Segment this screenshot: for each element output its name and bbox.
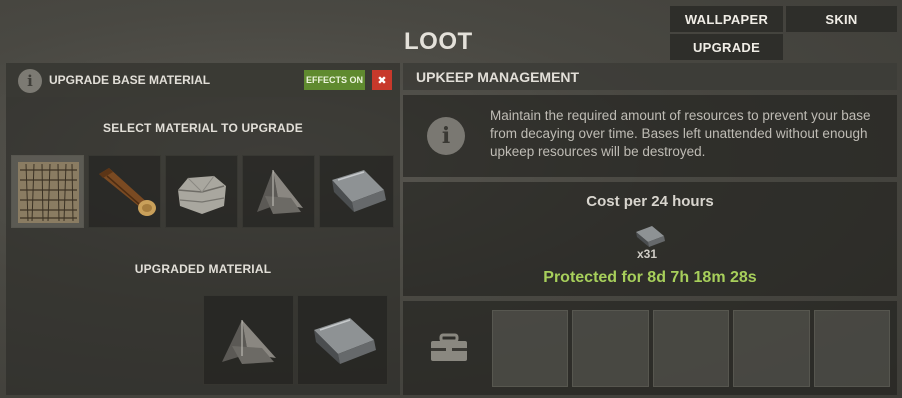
hq-metal-icon [332, 170, 386, 212]
upkeep-slot-2[interactable] [572, 310, 649, 387]
upgrade-base-material-panel: i UPGRADE BASE MATERIAL EFFECTS ON ✖ SEL… [6, 63, 400, 395]
metal-fragments-icon [222, 320, 276, 364]
upkeep-slot-5[interactable] [814, 310, 890, 387]
stone-icon [177, 175, 226, 214]
effects-toggle-button[interactable]: EFFECTS ON [304, 70, 365, 90]
upkeep-slot-1[interactable] [492, 310, 568, 387]
wood-icon [99, 168, 156, 216]
close-button[interactable]: ✖ [372, 70, 392, 90]
material-slot-twig[interactable] [11, 155, 84, 228]
upkeep-title: UPKEEP MANAGEMENT [416, 68, 580, 85]
skin-button[interactable]: SKIN [786, 6, 897, 32]
material-slot-hq-metal[interactable] [319, 155, 394, 228]
upgraded-slot-hq-metal[interactable] [297, 295, 388, 385]
twig-icon [18, 162, 79, 223]
left-panel-header: i UPGRADE BASE MATERIAL EFFECTS ON ✖ [6, 63, 400, 97]
left-panel-title: UPGRADE BASE MATERIAL [49, 73, 211, 87]
info-icon: i [427, 117, 465, 155]
page-title: LOOT [404, 28, 473, 55]
upkeep-slot-3[interactable] [653, 310, 729, 387]
material-slot-wood[interactable] [88, 155, 161, 228]
upkeep-header: UPKEEP MANAGEMENT [403, 63, 897, 90]
cost-label: Cost per 24 hours [586, 193, 714, 210]
upkeep-slot-4[interactable] [733, 310, 810, 387]
upgrade-button[interactable]: UPGRADE [670, 34, 783, 60]
upgraded-slot-metal-fragments[interactable] [203, 295, 294, 385]
upkeep-description-box: i Maintain the required amount of resour… [403, 95, 897, 177]
material-slot-stone[interactable] [165, 155, 238, 228]
upkeep-storage-box [403, 301, 897, 395]
metal-fragments-icon [257, 170, 303, 214]
select-material-label: SELECT MATERIAL TO UPGRADE [103, 121, 303, 135]
protected-time-text: Protected for 8d 7h 18m 28s [543, 269, 757, 286]
cost-quantity: x31 [637, 247, 658, 261]
upkeep-description: Maintain the required amount of resource… [490, 108, 871, 159]
toolbox-icon [429, 333, 469, 363]
upkeep-cost-box: Cost per 24 hours x31 Protected for 8d 7… [403, 182, 897, 296]
info-icon: i [18, 69, 42, 93]
wallpaper-button[interactable]: WALLPAPER [670, 6, 783, 32]
upgraded-material-label: UPGRADED MATERIAL [134, 262, 272, 276]
material-slot-metal-fragments[interactable] [242, 155, 315, 228]
hq-metal-icon [314, 318, 376, 364]
hq-metal-icon [632, 224, 668, 248]
